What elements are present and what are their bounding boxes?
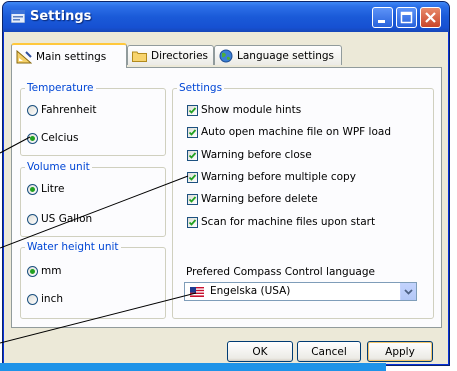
callout-line-temperature xyxy=(0,136,31,154)
callout-line-language xyxy=(0,292,197,344)
tab-label: Main settings xyxy=(36,50,107,63)
ruler-icon xyxy=(16,49,32,63)
callout-line-settings xyxy=(0,175,189,249)
tab-main-settings[interactable]: Main settings xyxy=(11,43,127,68)
